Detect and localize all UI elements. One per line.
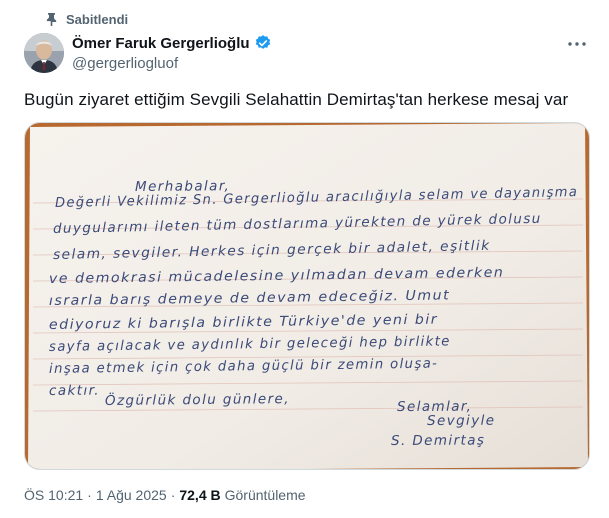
meta-separator: · — [87, 487, 92, 503]
letter-line: sayfa açılacak ve aydınlık bir geleceği … — [48, 333, 451, 355]
letter-line: Özgürlük dolu günlere, — [104, 391, 290, 409]
tweet-author: Ömer Faruk Gergerlioğlu @gergerliogluof — [72, 33, 272, 72]
avatar[interactable] — [24, 33, 64, 73]
pin-icon — [44, 12, 58, 26]
letter-line: S. Demirtaş — [390, 432, 486, 449]
letter-line: ve demokrasi mücadelesine yılmadan devam… — [48, 264, 505, 287]
tweet-photo[interactable]: Merhabalar, Değerli Vekilimiz Sn. Gerger… — [24, 122, 590, 470]
letter-line: selam, sevgiler. Herkes için gerçek bir … — [52, 237, 491, 263]
letter-line: Değerli Vekilimiz Sn. Gergerlioğlu aracı… — [54, 184, 579, 211]
pinned-indicator: Sabitlendi — [44, 10, 128, 28]
letter-line: ısrarla barış demeye de devam edeceğiz. … — [48, 287, 451, 309]
handwritten-letter: Merhabalar, Değerli Vekilimiz Sn. Gerger… — [25, 123, 589, 469]
tweet-date[interactable]: 1 Ağu 2025 — [96, 487, 167, 503]
letter-line: duygularımı ileten tüm dostlarıma yürekt… — [52, 210, 542, 237]
meta-separator: · — [170, 487, 176, 503]
views-label[interactable]: Görüntüleme — [225, 487, 306, 503]
author-handle[interactable]: @gergerliogluof — [72, 55, 272, 72]
pinned-label: Sabitlendi — [66, 11, 129, 27]
more-options-icon[interactable] — [567, 34, 587, 54]
author-display-name[interactable]: Ömer Faruk Gergerlioğlu — [72, 35, 250, 52]
letter-line: caktır. — [48, 382, 101, 399]
letter-line: inşaa etmek için çok daha güçlü bir zemi… — [48, 355, 439, 377]
letter-line: Sevgiyle — [426, 412, 496, 429]
tweet-time[interactable]: ÖS 10:21 — [24, 487, 83, 503]
tweet-metadata: ÖS 10:21 · 1 Ağu 2025 · 72,4 B Görüntüle… — [24, 487, 306, 503]
tweet-text: Bugün ziyaret ettiğim Sevgili Selahattin… — [24, 90, 569, 109]
views-count[interactable]: 72,4 B — [179, 487, 220, 503]
letter-line: ediyoruz ki barışla birlikte Türkiye'de … — [48, 311, 439, 333]
verified-badge-icon[interactable] — [254, 34, 272, 52]
